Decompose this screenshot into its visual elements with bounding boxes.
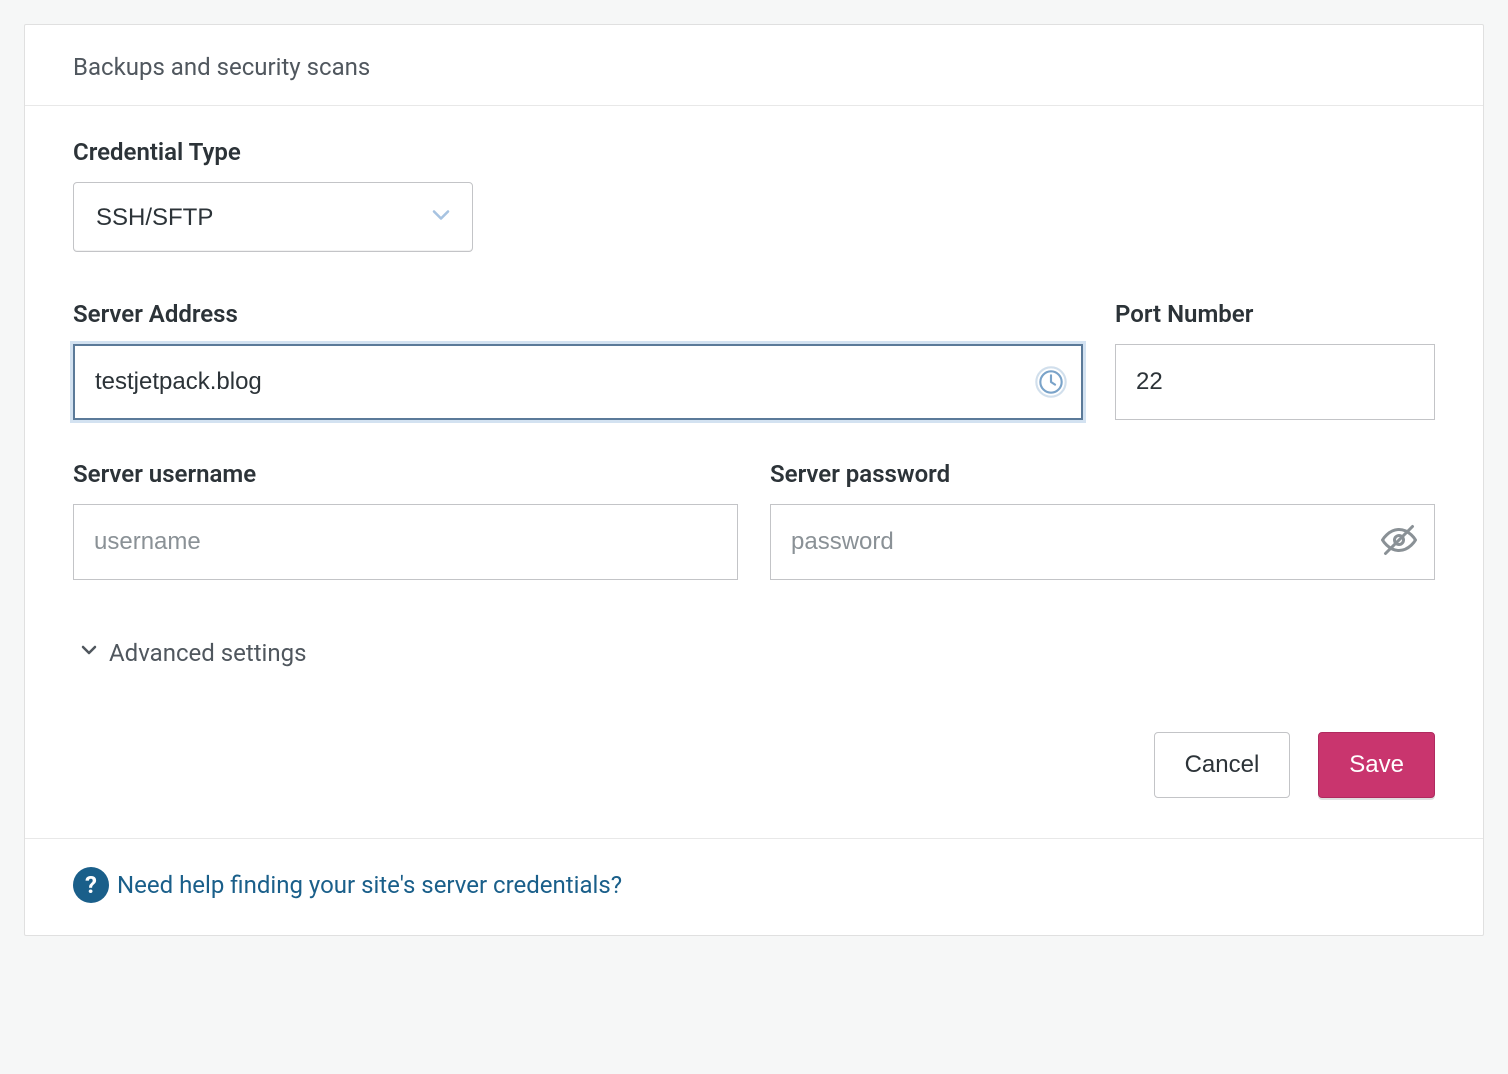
server-username-label: Server username (73, 460, 738, 488)
save-button[interactable]: Save (1318, 732, 1435, 798)
advanced-settings-toggle[interactable]: Advanced settings (77, 638, 307, 668)
help-icon: ? (73, 867, 109, 903)
server-address-field: Server Address (73, 300, 1083, 420)
server-address-input[interactable] (73, 344, 1083, 420)
username-password-row: Server username Server password (73, 460, 1435, 580)
card-title: Backups and security scans (73, 53, 370, 81)
help-link[interactable]: ? Need help finding your site's server c… (73, 867, 622, 903)
card-body: Credential Type SSH/SFTP Server Address (25, 106, 1483, 838)
address-port-row: Server Address Port Number (73, 300, 1435, 420)
chevron-down-icon (77, 638, 101, 668)
server-address-input-wrap (73, 344, 1083, 420)
credential-type-select[interactable]: SSH/SFTP (73, 182, 473, 252)
credentials-card: Backups and security scans Credential Ty… (24, 24, 1484, 936)
server-address-label: Server Address (73, 300, 1083, 328)
port-number-label: Port Number (1115, 300, 1435, 328)
card-footer: ? Need help finding your site's server c… (25, 838, 1483, 935)
server-username-field: Server username (73, 460, 738, 580)
credential-type-label: Credential Type (73, 138, 1435, 166)
credential-type-field: Credential Type SSH/SFTP (73, 138, 1435, 252)
help-link-text: Need help finding your site's server cre… (117, 871, 622, 899)
port-number-field: Port Number (1115, 300, 1435, 420)
cancel-button[interactable]: Cancel (1154, 732, 1291, 798)
form-actions: Cancel Save (73, 732, 1435, 798)
clock-icon (1035, 366, 1067, 398)
server-password-field: Server password (770, 460, 1435, 580)
server-password-input-wrap (770, 504, 1435, 580)
advanced-settings-label: Advanced settings (109, 639, 307, 667)
port-number-input[interactable] (1115, 344, 1435, 420)
server-password-input[interactable] (770, 504, 1435, 580)
server-username-input[interactable] (73, 504, 738, 580)
server-password-label: Server password (770, 460, 1435, 488)
eye-off-icon[interactable] (1381, 522, 1417, 562)
credential-type-select-wrap: SSH/SFTP (73, 182, 473, 252)
card-header: Backups and security scans (25, 25, 1483, 106)
